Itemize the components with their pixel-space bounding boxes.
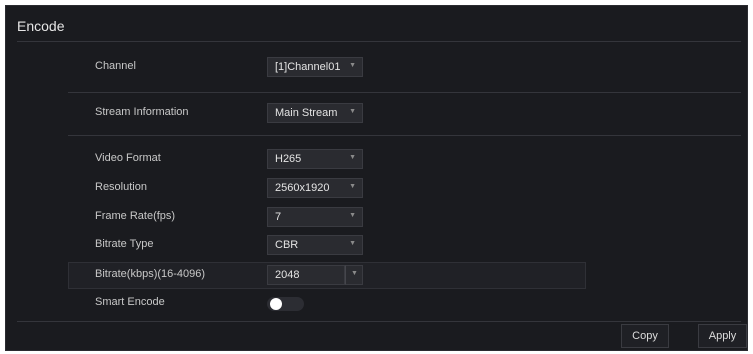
stream-information-row: Stream Information Main Stream ▼ [6,101,747,127]
resolution-row: Resolution 2560x1920 ▼ [6,176,747,202]
frame-rate-row: Frame Rate(fps) 7 ▼ [6,205,747,231]
video-format-row: Video Format H265 ▼ [6,147,747,173]
frame-rate-value: 7 [275,211,282,223]
bitrate-type-select[interactable]: CBR ▼ [267,235,363,255]
bitrate-type-row: Bitrate Type CBR ▼ [6,233,747,259]
bitrate-type-value: CBR [275,239,299,251]
channel-value: [1]Channel01 [275,61,341,73]
video-format-select[interactable]: H265 ▼ [267,149,363,169]
toggle-knob [270,298,282,310]
resolution-select[interactable]: 2560x1920 ▼ [267,178,363,198]
chevron-down-icon: ▼ [349,108,356,115]
resolution-label: Resolution [95,181,147,193]
footer-divider [17,321,741,322]
video-format-label: Video Format [95,152,161,164]
video-format-value: H265 [275,153,302,165]
bitrate-type-label: Bitrate Type [95,238,154,250]
chevron-down-icon: ▼ [349,154,356,161]
chevron-down-icon: ▼ [349,62,356,69]
channel-label: Channel [95,60,136,72]
section-divider-1 [68,92,741,93]
resolution-value: 2560x1920 [275,182,330,194]
chevron-down-icon: ▼ [349,212,356,219]
apply-button[interactable]: Apply [698,324,747,348]
section-divider-2 [68,135,741,136]
smart-encode-row: Smart Encode [6,291,747,317]
frame-rate-label: Frame Rate(fps) [95,210,176,222]
bitrate-label: Bitrate(kbps)(16-4096) [95,268,206,280]
stream-information-value: Main Stream [275,107,338,119]
frame-rate-select[interactable]: 7 ▼ [267,207,363,227]
encode-panel: Encode Channel [1]Channel01 ▼ Stream Inf… [5,5,748,351]
copy-button[interactable]: Copy [621,324,669,348]
stream-information-label: Stream Information [95,106,189,118]
title-divider [17,41,741,42]
chevron-down-icon: ▼ [351,270,358,277]
chevron-down-icon: ▼ [349,183,356,190]
bitrate-input[interactable] [267,265,345,285]
channel-row: Channel [1]Channel01 ▼ [6,55,747,81]
smart-encode-label: Smart Encode [95,296,165,308]
panel-title: Encode [17,18,65,34]
channel-select[interactable]: [1]Channel01 ▼ [267,57,363,77]
bitrate-dropdown-button[interactable]: ▼ [345,265,363,285]
bitrate-row: Bitrate(kbps)(16-4096) ▼ [6,263,747,289]
smart-encode-toggle[interactable] [267,297,304,311]
stream-information-select[interactable]: Main Stream ▼ [267,103,363,123]
chevron-down-icon: ▼ [349,240,356,247]
